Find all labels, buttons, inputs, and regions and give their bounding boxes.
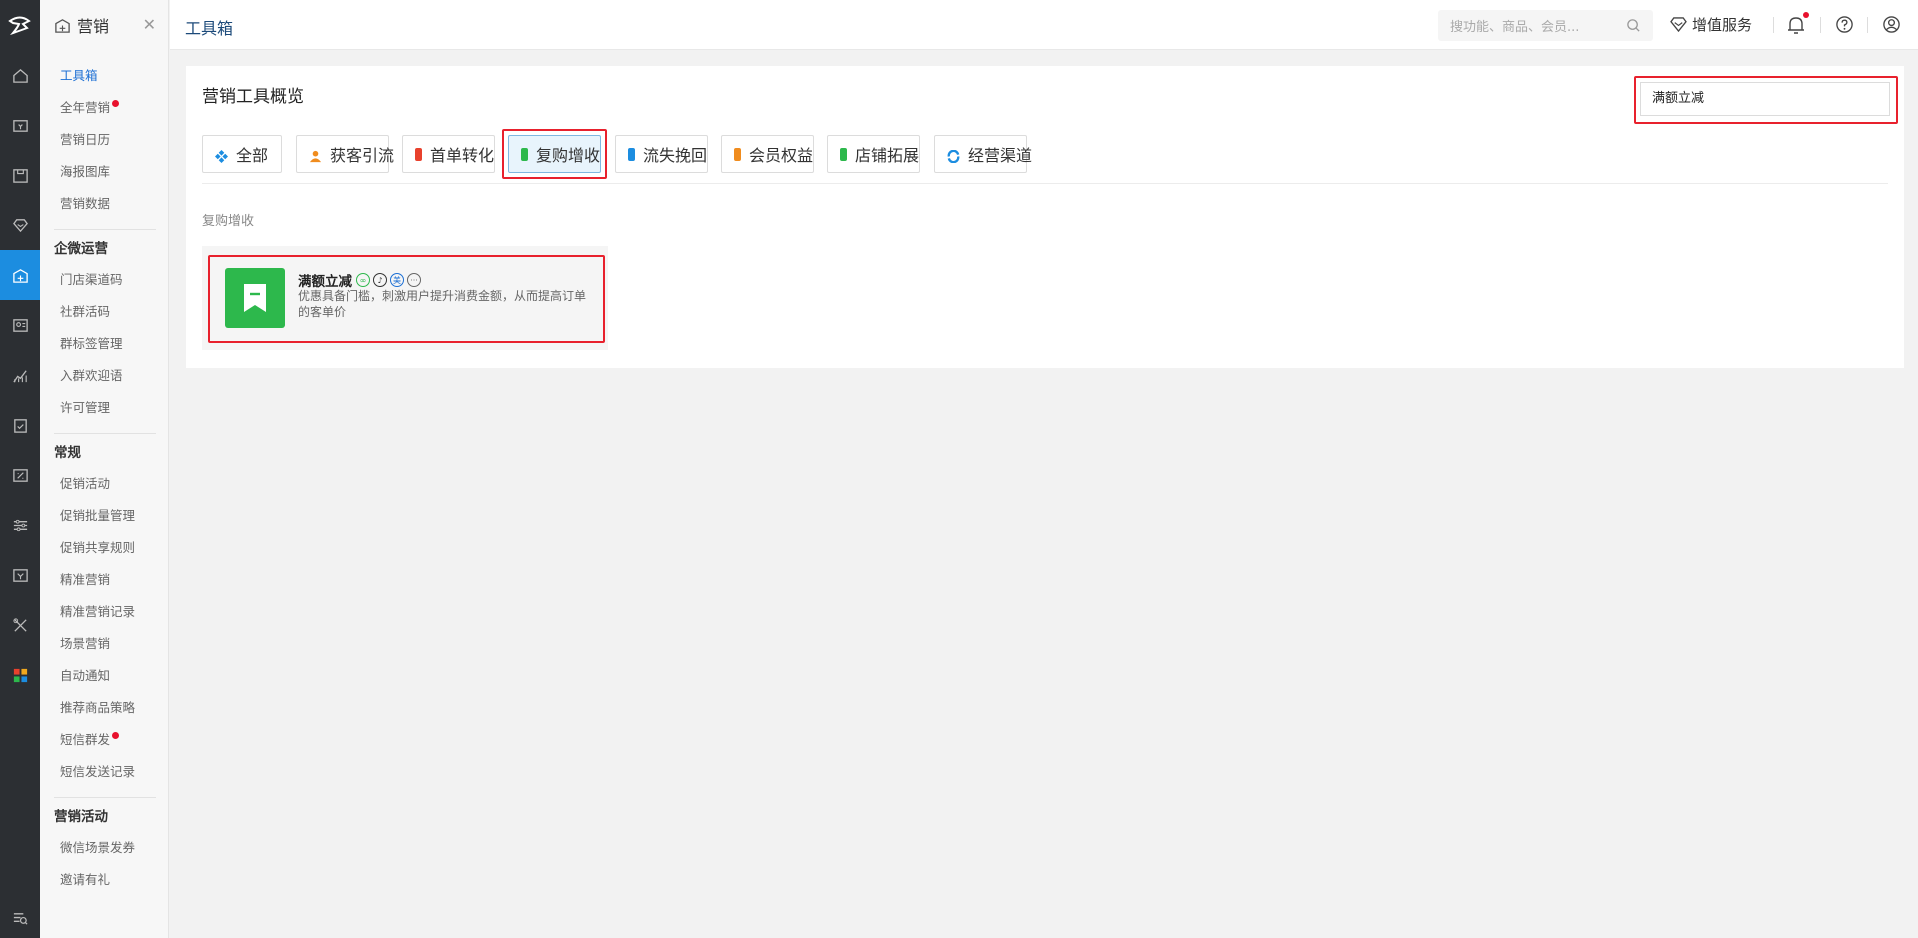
global-search-input[interactable]: 搜功能、商品、会员... <box>1438 10 1653 41</box>
notification-dot <box>112 100 120 107</box>
toolbox-card: 营销工具概览 满额立减 全部 获客引流 首单转化 复购增收 流失挽回 会员权益 <box>186 66 1904 368</box>
sidebar-item-marketing-data[interactable]: 营销数据 <box>40 188 168 220</box>
sidebar-item-marketing-calendar[interactable]: 营销日历 <box>40 124 168 156</box>
divider <box>202 183 1888 184</box>
diamond-grid-icon <box>215 148 228 163</box>
help-icon[interactable] <box>1835 15 1854 38</box>
rail-device-icon[interactable] <box>0 550 40 600</box>
rail-settings-icon[interactable] <box>0 500 40 550</box>
rail-menu-search-icon[interactable] <box>0 898 40 938</box>
sidebar-item-auto-notify[interactable]: 自动通知 <box>40 660 168 692</box>
tab-member-benefits[interactable]: 会员权益 <box>721 135 814 173</box>
app-logo[interactable] <box>0 0 40 50</box>
channel-icon <box>947 148 960 163</box>
clipboard-icon <box>415 147 422 161</box>
sidebar-item-poster-gallery[interactable]: 海报图库 <box>40 156 168 188</box>
tool-search-input[interactable]: 满额立减 <box>1640 82 1890 116</box>
rail-member-icon[interactable] <box>0 200 40 250</box>
search-icon[interactable] <box>1626 18 1641 37</box>
store-icon <box>840 147 847 161</box>
sidebar-item-license[interactable]: 许可管理 <box>40 392 168 424</box>
tab-store-expansion[interactable]: 店铺拓展 <box>827 135 920 173</box>
divider <box>1867 17 1868 33</box>
rail-apps-icon[interactable] <box>0 650 40 700</box>
tab-acquisition[interactable]: 获客引流 <box>296 135 394 173</box>
sidebar-item-store-channel-code[interactable]: 门店渠道码 <box>40 264 168 296</box>
user-avatar-icon[interactable] <box>1882 15 1901 38</box>
page-title: 工具箱 <box>185 19 234 38</box>
category-label: 复购增收 <box>202 214 255 229</box>
sidebar-item-promotion-batch[interactable]: 促销批量管理 <box>40 500 168 532</box>
section-title: 营销工具概览 <box>202 87 304 107</box>
notification-dot <box>112 732 120 739</box>
sidebar-group-general: 常规 <box>54 445 81 461</box>
sidebar-header: 营销 ✕ <box>40 0 168 50</box>
sidebar-item-sms-broadcast[interactable]: 短信群发 <box>40 724 168 756</box>
sidebar-item-recommend-strategy[interactable]: 推荐商品策略 <box>40 692 168 724</box>
rail-staff-icon[interactable] <box>0 300 40 350</box>
notification-dot <box>1803 12 1809 18</box>
marketing-sidebar: 营销 ✕ 工具箱 全年营销 营销日历 海报图库 营销数据 企微运营 门店渠道码 … <box>40 0 169 938</box>
divider <box>1773 17 1774 33</box>
bell-icon[interactable] <box>1787 15 1805 39</box>
sidebar-item-wechat-coupons[interactable]: 微信场景发券 <box>40 832 168 864</box>
sidebar-item-scene-marketing[interactable]: 场景营销 <box>40 628 168 660</box>
sidebar-item-promotions[interactable]: 促销活动 <box>40 468 168 500</box>
sidebar-group-campaigns: 营销活动 <box>54 809 108 825</box>
vip-label: 增值服务 <box>1692 16 1753 34</box>
tab-churn-recovery[interactable]: 流失挽回 <box>615 135 708 173</box>
search-placeholder: 搜功能、商品、会员... <box>1450 20 1580 35</box>
sidebar-group-wecom: 企微运营 <box>54 241 108 257</box>
sidebar-item-group-tags[interactable]: 群标签管理 <box>40 328 168 360</box>
tab-first-order[interactable]: 首单转化 <box>402 135 495 173</box>
rail-cashier-icon[interactable] <box>0 100 40 150</box>
sidebar-item-precision-marketing[interactable]: 精准营销 <box>40 564 168 596</box>
rail-tools-icon[interactable] <box>0 600 40 650</box>
highlight-box <box>208 255 605 343</box>
sidebar-title: 营销 <box>77 17 110 36</box>
sidebar-item-group-live-code[interactable]: 社群活码 <box>40 296 168 328</box>
people-icon <box>309 148 322 162</box>
rail-goods-icon[interactable] <box>0 150 40 200</box>
tab-channels[interactable]: 经营渠道 <box>934 135 1032 173</box>
sidebar-item-annual-marketing[interactable]: 全年营销 <box>40 92 168 124</box>
sidebar-item-invite-rewards[interactable]: 邀请有礼 <box>40 864 168 896</box>
highlight-box <box>502 129 607 179</box>
rail-report-icon[interactable] <box>0 350 40 400</box>
rail-marketing-icon[interactable] <box>0 250 40 300</box>
rail-finance-icon[interactable] <box>0 450 40 500</box>
tab-all[interactable]: 全部 <box>202 135 282 173</box>
close-icon[interactable]: ✕ <box>143 17 156 33</box>
sidebar-item-promotion-sharing[interactable]: 促销共享规则 <box>40 532 168 564</box>
marketing-icon <box>54 17 71 34</box>
return-icon <box>628 147 635 161</box>
vip-bag-icon <box>734 147 741 161</box>
sidebar-item-sms-records[interactable]: 短信发送记录 <box>40 756 168 788</box>
vip-services-button[interactable]: 增值服务 <box>1670 14 1752 35</box>
diamond-icon <box>1670 17 1687 32</box>
sidebar-item-precision-records[interactable]: 精准营销记录 <box>40 596 168 628</box>
rail-home-icon[interactable] <box>0 50 40 100</box>
sidebar-item-welcome-message[interactable]: 入群欢迎语 <box>40 360 168 392</box>
icon-rail <box>0 0 40 938</box>
sidebar-item-toolbox[interactable]: 工具箱 <box>40 60 168 92</box>
rail-task-icon[interactable] <box>0 400 40 450</box>
top-bar: 工具箱 搜功能、商品、会员... 增值服务 <box>170 0 1918 50</box>
divider <box>1820 17 1821 33</box>
